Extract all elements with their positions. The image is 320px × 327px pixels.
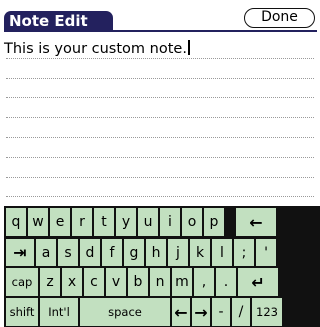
key-label: . bbox=[223, 274, 229, 290]
key-b[interactable]: b bbox=[128, 268, 148, 296]
key-t[interactable]: t bbox=[94, 208, 114, 236]
key-label: / bbox=[238, 304, 244, 320]
left-arrow-icon: ← bbox=[174, 302, 188, 322]
ruled-line bbox=[6, 156, 314, 158]
key-label: z bbox=[46, 274, 54, 290]
key-label: v bbox=[111, 274, 121, 290]
right-arrow-key[interactable]: → bbox=[192, 298, 210, 326]
key-label: m bbox=[175, 274, 189, 290]
key-f[interactable]: f bbox=[102, 239, 122, 266]
done-button[interactable]: Done bbox=[244, 8, 315, 28]
key-r[interactable]: r bbox=[72, 208, 92, 236]
tab-key[interactable]: ⇥ bbox=[6, 239, 34, 266]
ruled-line bbox=[6, 96, 314, 98]
backspace-key[interactable]: ← bbox=[236, 208, 276, 236]
key-label: i bbox=[168, 214, 172, 230]
key-o[interactable]: o bbox=[182, 208, 202, 236]
key-s[interactable]: s bbox=[58, 239, 78, 266]
key-n[interactable]: n bbox=[150, 268, 170, 296]
ruled-line bbox=[6, 195, 314, 197]
ruled-line bbox=[6, 176, 314, 178]
key-l[interactable]: l bbox=[212, 239, 232, 266]
key-label: g bbox=[129, 244, 139, 261]
backspace-arrow-icon: ← bbox=[249, 212, 263, 232]
key-i[interactable]: i bbox=[160, 208, 180, 236]
text-cursor bbox=[187, 40, 190, 55]
key-label: j bbox=[176, 244, 180, 261]
key-label: e bbox=[55, 214, 65, 230]
ruled-line bbox=[6, 136, 314, 138]
key-label: u bbox=[143, 214, 153, 230]
key-label: n bbox=[155, 274, 165, 290]
key-apostrophe[interactable]: ' bbox=[256, 239, 276, 266]
key-label: x bbox=[67, 274, 77, 290]
tab-arrow-icon: ⇥ bbox=[13, 243, 27, 262]
key-label: Int'l bbox=[48, 305, 70, 319]
key-y[interactable]: y bbox=[116, 208, 136, 236]
key-label: c bbox=[90, 274, 98, 290]
page-title: Note Edit bbox=[4, 11, 113, 32]
caps-key[interactable]: cap bbox=[6, 268, 38, 296]
key-label: 123 bbox=[256, 305, 278, 319]
space-key[interactable]: space bbox=[80, 298, 170, 326]
key-label: h bbox=[151, 244, 161, 261]
title-underline bbox=[4, 30, 317, 32]
key-m[interactable]: m bbox=[172, 268, 192, 296]
key-u[interactable]: u bbox=[138, 208, 158, 236]
key-g[interactable]: g bbox=[124, 239, 144, 266]
key-x[interactable]: x bbox=[62, 268, 82, 296]
key-label: p bbox=[209, 214, 219, 230]
note-text: This is your custom note. bbox=[4, 41, 187, 57]
note-text-field[interactable]: This is your custom note. bbox=[4, 40, 190, 58]
key-label: - bbox=[218, 304, 224, 320]
key-label: q bbox=[11, 214, 21, 230]
key-h[interactable]: h bbox=[146, 239, 166, 266]
key-label: cap bbox=[11, 275, 33, 289]
key-label: s bbox=[64, 244, 72, 261]
key-p[interactable]: p bbox=[204, 208, 224, 236]
key-k[interactable]: k bbox=[190, 239, 210, 266]
key-label: b bbox=[133, 274, 143, 290]
key-c[interactable]: c bbox=[84, 268, 104, 296]
key-label: k bbox=[195, 244, 205, 261]
return-arrow-icon: ↵ bbox=[251, 272, 265, 292]
key-comma[interactable]: , bbox=[194, 268, 214, 296]
numbers-key[interactable]: 123 bbox=[252, 298, 282, 326]
left-arrow-key[interactable]: ← bbox=[172, 298, 190, 326]
key-j[interactable]: j bbox=[168, 239, 188, 266]
key-w[interactable]: w bbox=[28, 208, 48, 236]
key-period[interactable]: . bbox=[216, 268, 236, 296]
key-a[interactable]: a bbox=[36, 239, 56, 266]
key-label: w bbox=[32, 214, 44, 230]
key-label: o bbox=[187, 214, 197, 230]
key-label: d bbox=[85, 244, 95, 261]
key-minus[interactable]: - bbox=[212, 298, 230, 326]
key-label: , bbox=[201, 274, 207, 290]
key-label: t bbox=[101, 214, 107, 230]
key-label: a bbox=[41, 244, 51, 261]
key-label: r bbox=[79, 214, 85, 230]
key-e[interactable]: e bbox=[50, 208, 70, 236]
ruled-line bbox=[6, 116, 314, 118]
key-label: f bbox=[109, 244, 115, 261]
key-label: l bbox=[220, 244, 224, 261]
key-label: ; bbox=[241, 244, 247, 261]
key-label: ' bbox=[264, 244, 268, 261]
key-q[interactable]: q bbox=[6, 208, 26, 236]
key-slash[interactable]: / bbox=[232, 298, 250, 326]
key-label: shift bbox=[9, 305, 35, 319]
on-screen-keyboard: q w e r t y u i o p ← ⇥ a s d f g h j k l; ' cap z x c v b n m,. ↵ shif… bbox=[4, 206, 320, 327]
return-key[interactable]: ↵ bbox=[238, 268, 278, 296]
shift-key[interactable]: shift bbox=[6, 298, 38, 326]
key-z[interactable]: z bbox=[40, 268, 60, 296]
intl-key[interactable]: Int'l bbox=[40, 298, 78, 326]
key-label: y bbox=[121, 214, 131, 230]
key-label: space bbox=[108, 305, 142, 319]
key-d[interactable]: d bbox=[80, 239, 100, 266]
ruled-line bbox=[6, 77, 314, 79]
key-v[interactable]: v bbox=[106, 268, 126, 296]
right-arrow-icon: → bbox=[194, 302, 208, 322]
key-semicolon[interactable]: ; bbox=[234, 239, 254, 266]
